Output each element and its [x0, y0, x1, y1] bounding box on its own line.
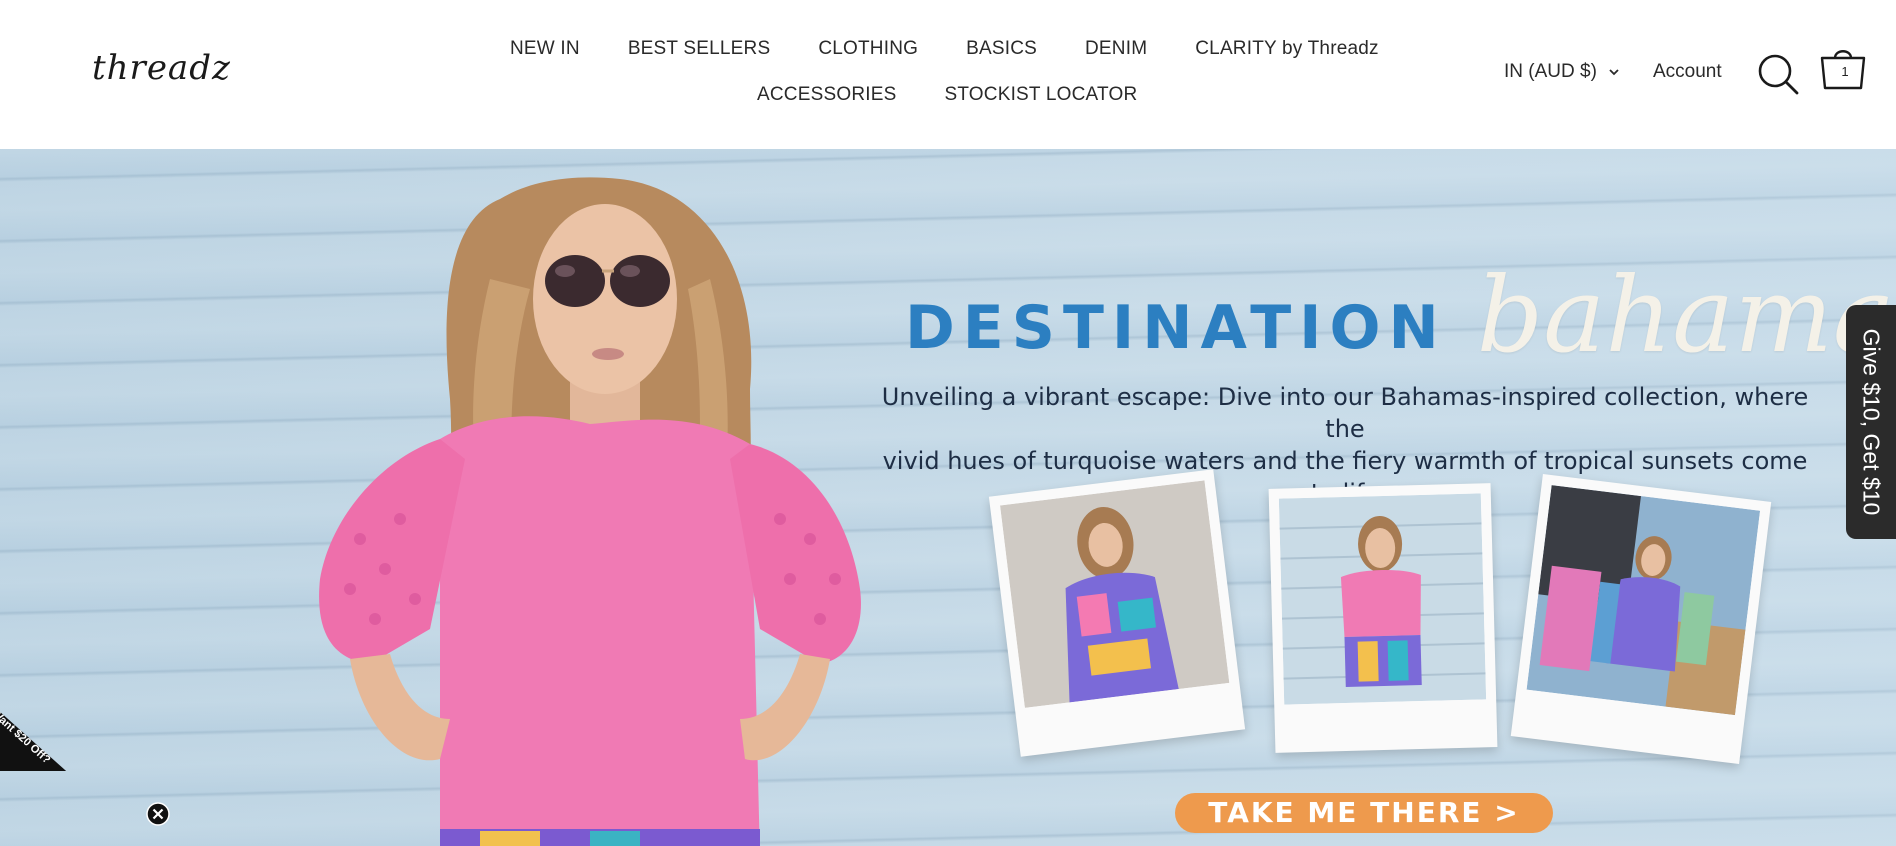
outfit-photo-1 [1000, 480, 1230, 708]
hero-headline: DESTINATION bahamas [905, 259, 1896, 367]
nav-basics[interactable]: BASICS [966, 38, 1037, 60]
model-image [319, 177, 861, 846]
outfit-photo-3 [1526, 485, 1761, 716]
take-me-there-button[interactable]: TAKE ME THERE > [1175, 793, 1553, 833]
polaroid-photo-1 [988, 469, 1246, 757]
nav-new-in[interactable]: NEW IN [510, 38, 580, 60]
subtitle-line-1: Unveiling a vibrant escape: Dive into ou… [881, 383, 1809, 443]
outfit-photo-2 [1278, 493, 1487, 705]
discount-offer-corner[interactable]: Want $20 Off? [0, 694, 340, 846]
headline-destination: DESTINATION [905, 293, 1447, 363]
account-link[interactable]: Account [1653, 61, 1722, 83]
referral-tab[interactable]: Give $10, Get $10 [1846, 305, 1896, 539]
nav-clothing[interactable]: CLOTHING [818, 38, 918, 60]
headline-bahamas: bahamas [1476, 254, 1896, 376]
nav-clarity[interactable]: CLARITY by Threadz [1195, 38, 1378, 60]
main-nav-row-1: NEW IN BEST SELLERS CLOTHING BASICS DENI… [510, 38, 1379, 60]
nav-accessories[interactable]: ACCESSORIES [757, 84, 896, 106]
chevron-down-icon [1609, 69, 1619, 76]
site-header: threadz NEW IN BEST SELLERS CLOTHING BAS… [0, 0, 1896, 149]
nav-denim[interactable]: DENIM [1085, 38, 1147, 60]
close-icon[interactable] [146, 802, 170, 826]
site-logo[interactable]: threadz [92, 48, 231, 88]
currency-selector[interactable]: IN (AUD $) [1504, 61, 1621, 83]
referral-tab-label: Give $10, Get $10 [1858, 328, 1885, 516]
search-icon[interactable] [1756, 52, 1800, 96]
nav-best-sellers[interactable]: BEST SELLERS [628, 38, 771, 60]
polaroid-photo-3 [1510, 473, 1772, 765]
currency-label: IN (AUD $) [1504, 61, 1597, 82]
cart-count: 1 [1841, 64, 1849, 79]
nav-stockist-locator[interactable]: STOCKIST LOCATOR [944, 84, 1137, 106]
main-nav-row-2: ACCESSORIES STOCKIST LOCATOR [757, 84, 1137, 106]
polaroid-photo-2 [1268, 483, 1498, 753]
